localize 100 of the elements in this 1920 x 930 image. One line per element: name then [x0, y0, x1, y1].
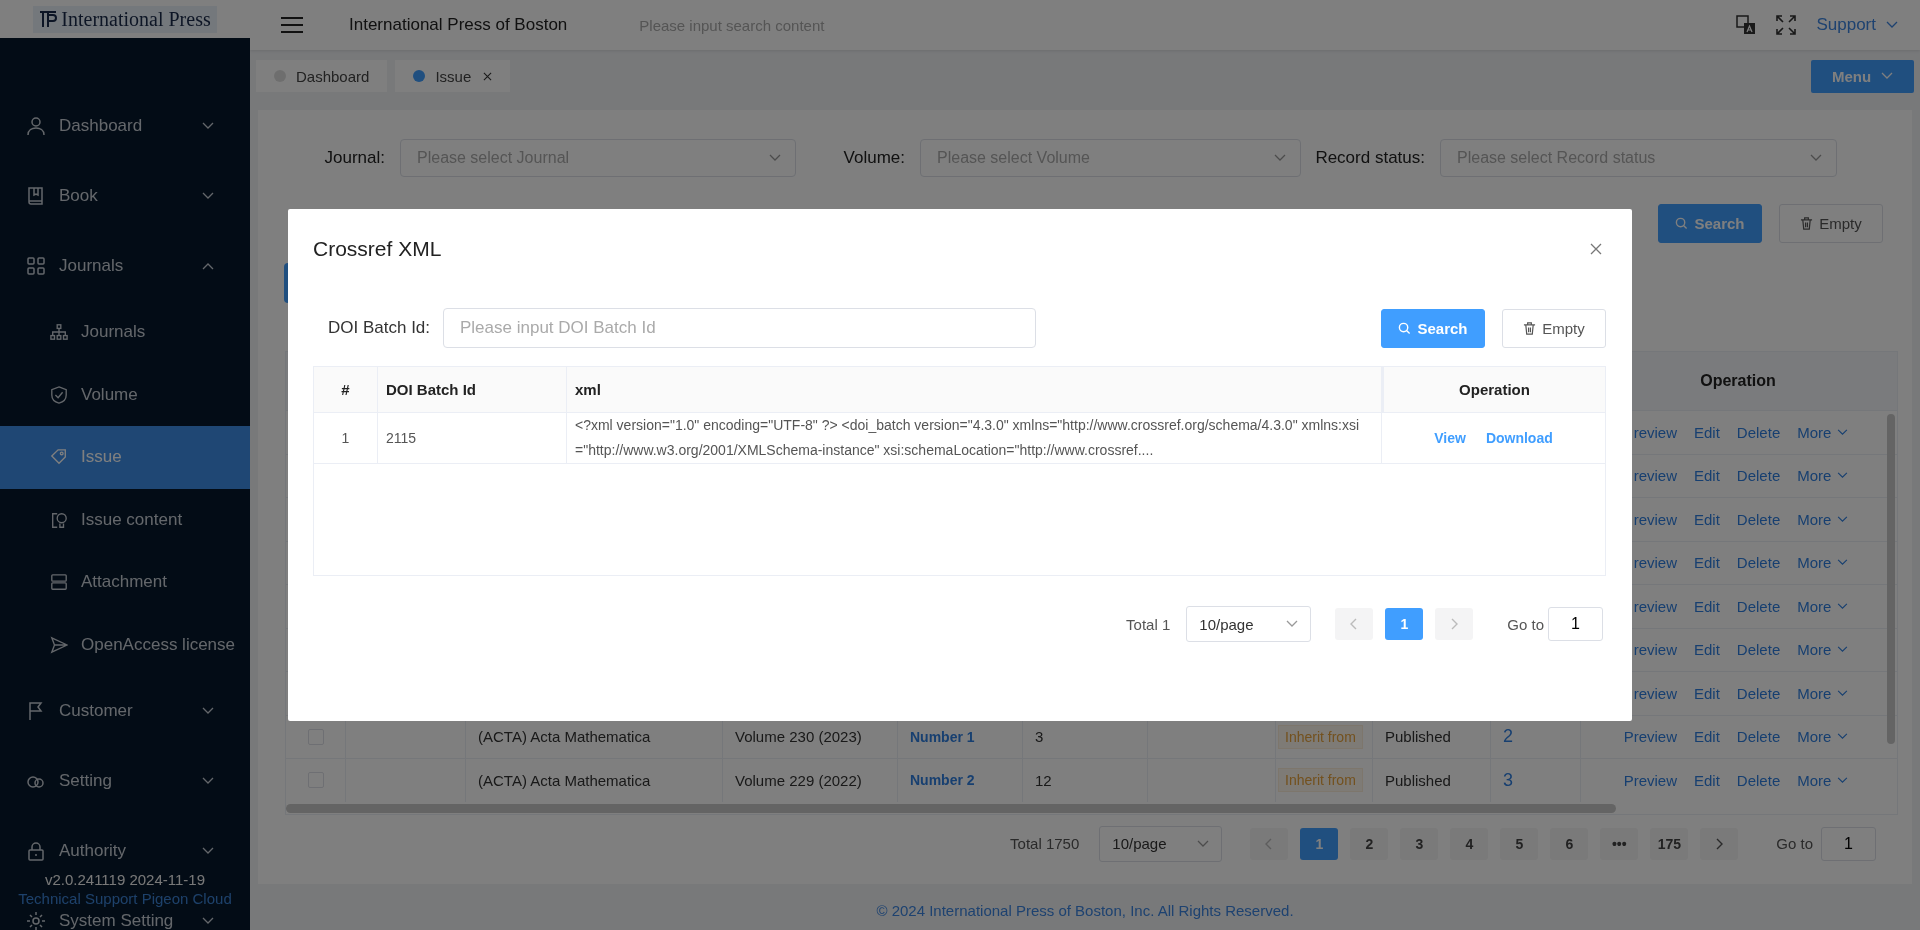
logo[interactable]: International Press	[33, 5, 217, 33]
count-link[interactable]: 3	[1503, 769, 1513, 791]
table-cell: Volume 229 (2022)	[735, 771, 862, 789]
action-link[interactable]: More	[1797, 510, 1849, 528]
action-link[interactable]: Delete	[1736, 641, 1781, 659]
table-cell: 12	[1035, 771, 1052, 789]
table-cell: (ACTA) Acta Mathematica	[478, 728, 651, 746]
page-button[interactable]: 1	[1385, 608, 1424, 640]
issue-link[interactable]: Number 1	[910, 728, 975, 745]
page-button[interactable]: 4	[1450, 827, 1489, 860]
menu-button[interactable]: Menu	[1811, 59, 1914, 93]
status-tag: Inherit from	[1278, 724, 1363, 749]
action-link[interactable]: More	[1797, 467, 1849, 485]
table-cell: 1	[314, 413, 378, 463]
action-link[interactable]: More	[1797, 728, 1849, 746]
issue-link[interactable]: Number 2	[910, 772, 975, 789]
column-header: Operation	[1699, 371, 1777, 391]
action-link[interactable]: Delete	[1736, 771, 1781, 789]
tab[interactable]: Issue	[395, 60, 511, 92]
page-button[interactable]: 6	[1550, 827, 1589, 860]
submenu-item[interactable]: Volume	[0, 363, 250, 426]
column-header: #	[314, 367, 378, 412]
table-cell: Published	[1385, 771, 1451, 789]
menu-item[interactable]: Setting	[0, 763, 250, 799]
action-link[interactable]: View	[1434, 430, 1466, 446]
input-field[interactable]: Please input DOI Batch Id	[443, 308, 1036, 348]
page-button[interactable]: 175	[1650, 827, 1689, 860]
empty-button[interactable]: Empty	[1779, 204, 1883, 243]
action-link[interactable]: Delete	[1736, 597, 1781, 615]
submenu-item[interactable]: Attachment	[0, 551, 250, 614]
field-label: DOI Batch Id:	[328, 318, 432, 338]
page-size-select[interactable]: 10/page	[1186, 606, 1312, 642]
action-link[interactable]: Delete	[1736, 684, 1781, 702]
filter-label: Record status:	[1314, 148, 1426, 168]
action-link[interactable]: Edit	[1694, 597, 1720, 615]
action-link[interactable]: More	[1797, 641, 1849, 659]
version-text: v2.0.241119 2024-11-19	[43, 871, 207, 888]
site-title: International Press of Boston	[349, 15, 568, 35]
filter-label: Volume:	[842, 148, 906, 168]
action-link[interactable]: Edit	[1694, 554, 1720, 572]
action-link[interactable]: Delete	[1736, 467, 1781, 485]
empty-button[interactable]: Empty	[1502, 308, 1606, 348]
menu-item[interactable]: Authority	[0, 833, 250, 869]
action-link[interactable]: More	[1797, 597, 1849, 615]
total-text: Total 1750	[1010, 835, 1080, 852]
page-button[interactable]: •••	[1600, 827, 1639, 860]
action-link[interactable]: Delete	[1736, 510, 1781, 528]
page-button[interactable]: 2	[1350, 827, 1389, 860]
action-link[interactable]: More	[1797, 423, 1849, 441]
page-button[interactable]: 1	[1300, 827, 1339, 860]
action-link[interactable]: More	[1797, 771, 1849, 789]
column-header: Operation	[1382, 367, 1605, 412]
search-button[interactable]: Search	[1381, 308, 1485, 348]
action-link[interactable]: Edit	[1694, 510, 1720, 528]
menu-item[interactable]: Journals	[0, 248, 250, 284]
action-link[interactable]: Edit	[1694, 684, 1720, 702]
action-link[interactable]: Edit	[1694, 467, 1720, 485]
action-link[interactable]: Preview	[1607, 728, 1677, 746]
submenu-item[interactable]: Journals	[0, 301, 250, 364]
column-header: xml	[567, 367, 1382, 412]
logo-text: International Press	[61, 7, 211, 31]
support-link[interactable]: Technical Support Pigeon Cloud	[0, 890, 250, 907]
menu-item[interactable]: Book	[0, 178, 250, 214]
action-link[interactable]: More	[1797, 554, 1849, 572]
goto-label: Go to	[1776, 835, 1813, 852]
action-link[interactable]: Edit	[1694, 641, 1720, 659]
action-link[interactable]: Edit	[1694, 728, 1720, 746]
action-link[interactable]: More	[1797, 684, 1849, 702]
table-cell: Published	[1385, 728, 1451, 746]
submenu-item[interactable]: Issue	[0, 426, 250, 489]
table-cell: <?xml version="1.0" encoding="UTF-8" ?> <doi_batch version="4.3.0" xmlns="http://www.crossref.org/schema/4.3.0" xmlns:xsi="http://www.w3.org/2001/XMLSchema-instance" xsi:schemaLocation="http://www.crossref....	[567, 413, 1382, 463]
page-input[interactable]: 1	[1548, 607, 1603, 641]
dialog-title: Crossref XML	[313, 237, 442, 261]
menu-item[interactable]: Dashboard	[0, 108, 250, 144]
action-link[interactable]: Edit	[1694, 423, 1720, 441]
tab[interactable]: Dashboard	[256, 60, 388, 92]
action-link[interactable]: Download	[1485, 430, 1553, 446]
table-cell: Volume 230 (2023)	[735, 728, 862, 746]
filter-label: Journal:	[323, 148, 386, 168]
footer-text: © 2024 International Press of Boston, Inc. All Rights Reserved.	[875, 902, 1295, 919]
status-tag: Inherit from	[1278, 768, 1363, 793]
page-size-select[interactable]: 10/page	[1099, 825, 1223, 862]
submenu-item[interactable]: OpenAccess license	[0, 613, 250, 676]
action-link[interactable]: Delete	[1736, 423, 1781, 441]
goto-label: Go to	[1507, 615, 1544, 633]
table-cell: 3	[1035, 728, 1044, 746]
count-link[interactable]: 2	[1503, 726, 1513, 748]
action-link[interactable]: Delete	[1736, 728, 1781, 746]
page-button[interactable]: 5	[1500, 827, 1539, 860]
action-link[interactable]: Delete	[1736, 554, 1781, 572]
action-link[interactable]: Preview	[1607, 771, 1677, 789]
page-input[interactable]: 1	[1821, 826, 1876, 861]
table-cell: (ACTA) Acta Mathematica	[478, 771, 651, 789]
menu-item[interactable]: Customer	[0, 693, 250, 729]
submenu-item[interactable]: Issue content	[0, 488, 250, 551]
column-header: DOI Batch Id	[378, 367, 567, 412]
action-link[interactable]: Edit	[1694, 771, 1720, 789]
user-menu[interactable]: Support	[1816, 15, 1898, 35]
page-button[interactable]: 3	[1400, 827, 1439, 860]
search-button[interactable]: Search	[1658, 204, 1762, 243]
